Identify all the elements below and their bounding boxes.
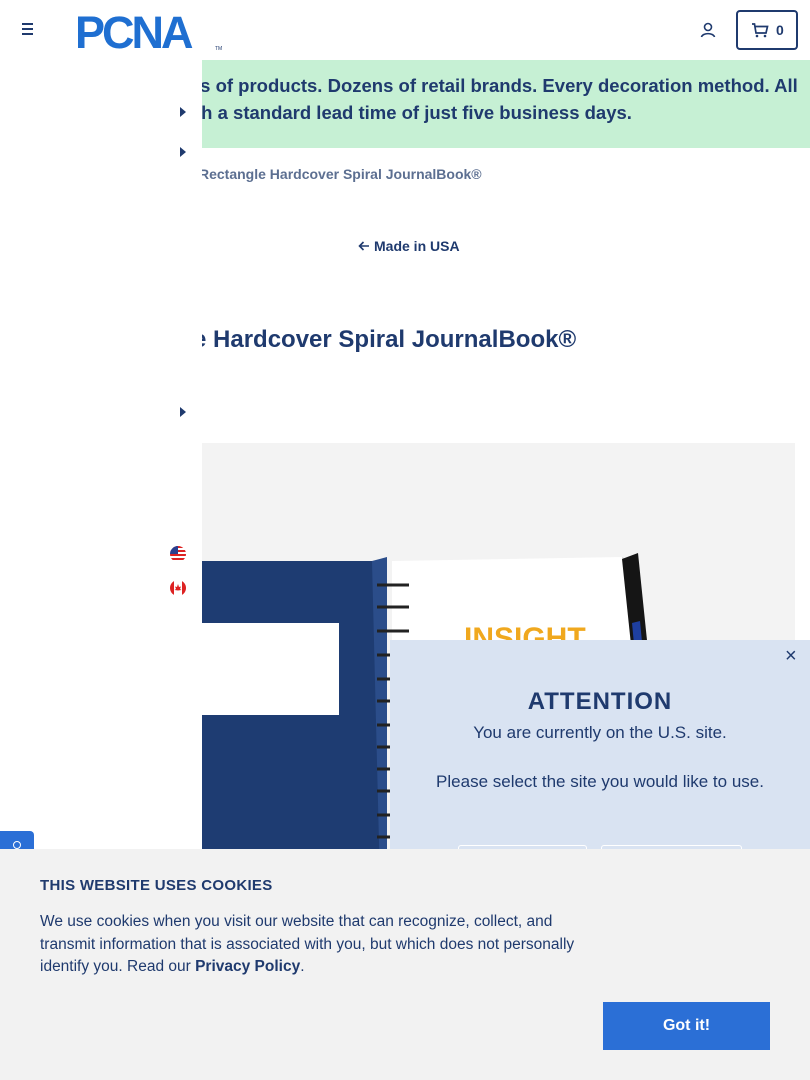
canada-flag-icon[interactable] — [170, 580, 186, 596]
modal-current-site-text: You are currently on the U.S. site. — [473, 723, 727, 742]
back-to-category-link[interactable]: Made in USA — [357, 238, 460, 254]
cart-icon — [752, 23, 769, 38]
breadcrumb[interactable]: Rectangle Hardcover Spiral JournalBook® — [199, 166, 482, 182]
caret-right-icon[interactable] — [178, 106, 188, 118]
account-icon[interactable] — [698, 20, 718, 40]
cart-button[interactable]: 0 — [736, 10, 798, 50]
arrow-left-icon — [358, 241, 369, 251]
product-title: e Hardcover Spiral JournalBook® — [193, 326, 577, 353]
promo-banner-text: ls of products. Dozens of retail brands.… — [195, 72, 805, 126]
site-header: PCNA TM 0 — [0, 0, 810, 60]
caret-right-icon[interactable] — [178, 146, 188, 158]
side-menu-panel — [0, 60, 202, 940]
back-link-label: Made in USA — [374, 238, 460, 254]
hamburger-icon[interactable] — [18, 20, 38, 40]
cookie-body: We use cookies when you visit our websit… — [40, 913, 575, 975]
privacy-policy-link[interactable]: Privacy Policy — [195, 958, 300, 975]
promo-line-1: ls of products. Dozens of retail brands.… — [195, 75, 798, 96]
us-flag-icon[interactable] — [170, 546, 186, 562]
logo-tm: TM — [215, 46, 222, 52]
modal-instructions-text: Please select the site you would like to… — [436, 772, 764, 791]
cookie-text: We use cookies when you visit our websit… — [40, 911, 610, 979]
close-icon[interactable]: × — [785, 646, 797, 666]
cart-count: 0 — [776, 22, 784, 38]
accept-cookies-button[interactable]: Got it! — [603, 1002, 770, 1050]
cookie-period: . — [300, 958, 305, 975]
page: ls of products. Dozens of retail brands.… — [0, 0, 810, 1080]
site-selection-modal: × ATTENTION You are currently on the U.S… — [390, 640, 810, 865]
promo-line-2: th a standard lead time of just five bus… — [195, 102, 632, 123]
modal-title: ATTENTION — [527, 688, 673, 715]
cookie-title: THIS WEBSITE USES COOKIES — [40, 877, 273, 894]
logo-text: PCNA — [75, 8, 193, 52]
pcna-logo[interactable]: PCNA TM — [75, 8, 225, 52]
cookie-banner: THIS WEBSITE USES COOKIES We use cookies… — [0, 849, 810, 1080]
caret-right-icon[interactable] — [178, 406, 188, 418]
